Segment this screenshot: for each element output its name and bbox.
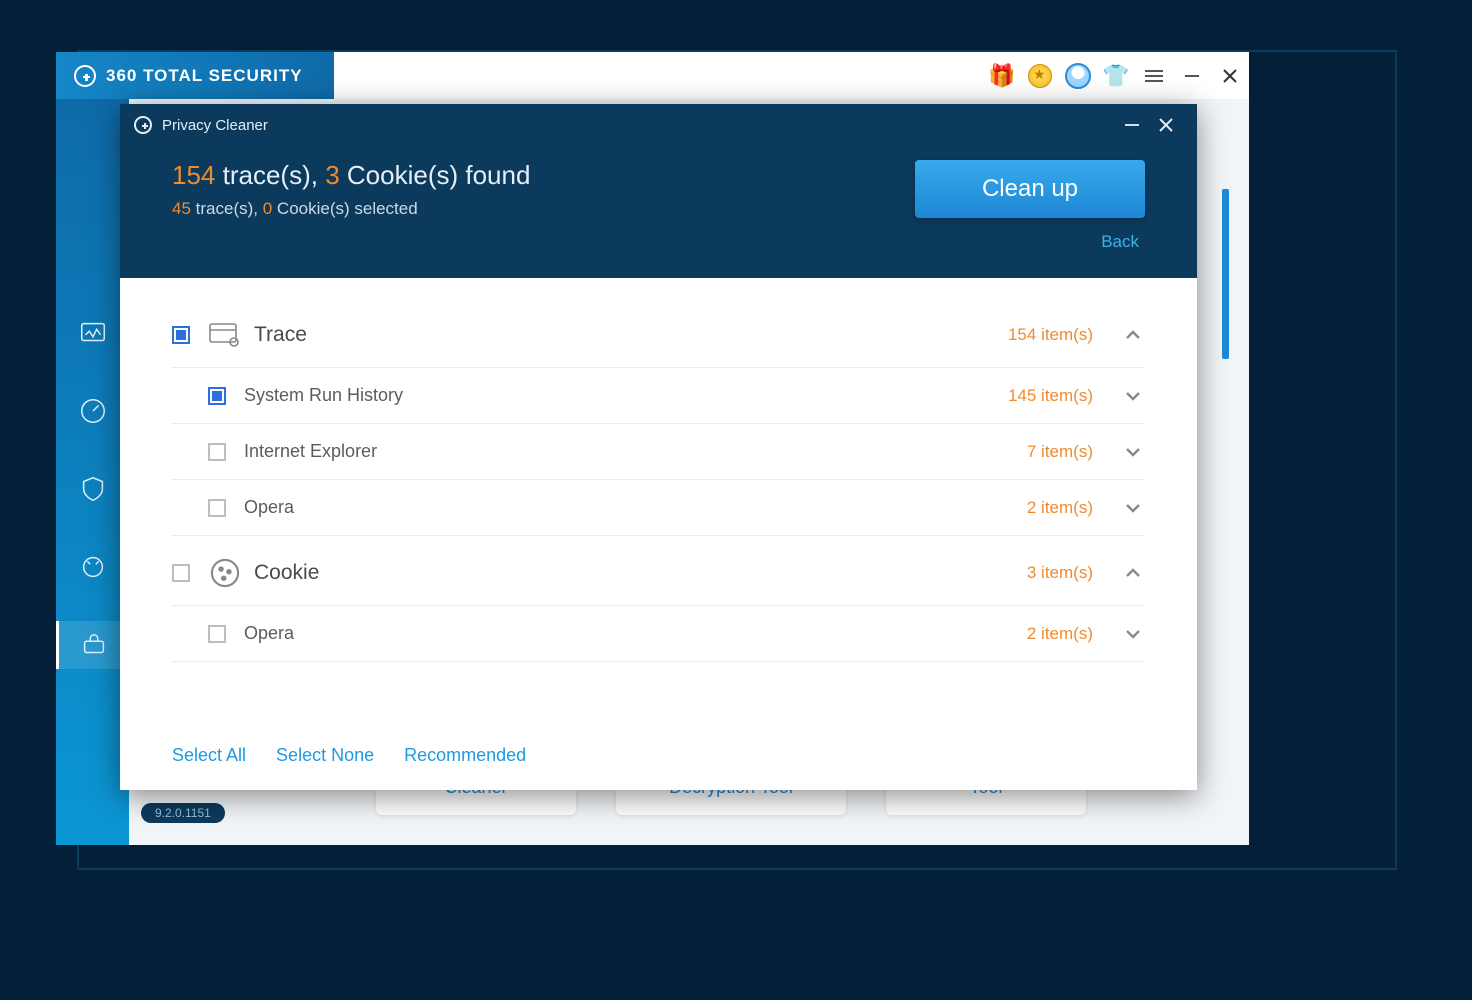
sidebar-item-monitor[interactable]	[56, 309, 129, 357]
group-cookie: Cookie 3 item(s)	[172, 540, 1145, 606]
summary-actions: Clean up Back	[915, 160, 1145, 252]
modal-summary: 154 trace(s), 3 Cookie(s) found 45 trace…	[120, 146, 1197, 278]
group-count: 154 item(s)	[1008, 325, 1093, 345]
select-all-link[interactable]: Select All	[172, 745, 246, 766]
group-label: Cookie	[254, 561, 1027, 585]
scrollbar-indicator[interactable]	[1222, 189, 1229, 359]
cookies-count: 3	[325, 160, 339, 190]
recommended-link[interactable]: Recommended	[404, 745, 526, 766]
menu-icon[interactable]	[1135, 52, 1173, 99]
chevron-down-icon[interactable]	[1121, 387, 1145, 405]
sidebar-item-shield[interactable]	[56, 465, 129, 513]
checkbox-opera-cookie[interactable]	[208, 625, 226, 643]
app-header: 360 TOTAL SECURITY 🎁 👕	[56, 52, 1249, 99]
back-link[interactable]: Back	[915, 232, 1145, 252]
item-label: Opera	[244, 623, 1027, 644]
modal-title: Privacy Cleaner	[162, 117, 268, 134]
item-count: 2 item(s)	[1027, 498, 1093, 518]
modal-logo-icon	[134, 116, 152, 134]
sidebar-item-toolbox[interactable]	[56, 621, 129, 669]
chevron-down-icon[interactable]	[1121, 625, 1145, 643]
chevron-up-icon[interactable]	[1121, 326, 1145, 344]
medal-icon[interactable]	[1021, 52, 1059, 99]
privacy-cleaner-modal: Privacy Cleaner 154 trace(s), 3 Cookie(s…	[120, 104, 1197, 790]
item-count: 7 item(s)	[1027, 442, 1093, 462]
checkbox-trace[interactable]	[172, 326, 190, 344]
item-label: System Run History	[244, 385, 1008, 406]
sel-traces-label: trace(s),	[191, 199, 263, 218]
cookies-label: Cookie(s) found	[340, 160, 531, 190]
trace-icon	[208, 322, 242, 348]
item-label: Opera	[244, 497, 1027, 518]
sel-cookies-label: Cookie(s) selected	[272, 199, 418, 218]
modal-footer: Select All Select None Recommended	[120, 731, 1197, 790]
tshirt-icon[interactable]: 👕	[1097, 52, 1135, 99]
item-opera-cookie: Opera 2 item(s)	[172, 606, 1145, 662]
brand: 360 TOTAL SECURITY	[56, 52, 334, 99]
group-trace: Trace 154 item(s)	[172, 302, 1145, 368]
item-internet-explorer: Internet Explorer 7 item(s)	[172, 424, 1145, 480]
group-count: 3 item(s)	[1027, 563, 1093, 583]
summary-text: 154 trace(s), 3 Cookie(s) found 45 trace…	[172, 160, 915, 219]
traces-count: 154	[172, 160, 215, 190]
checkbox-system-run-history[interactable]	[208, 387, 226, 405]
item-label: Internet Explorer	[244, 441, 1027, 462]
chevron-down-icon[interactable]	[1121, 499, 1145, 517]
checkbox-internet-explorer[interactable]	[208, 443, 226, 461]
modal-body: Trace 154 item(s) System Run History 145…	[120, 278, 1197, 731]
sidebar	[56, 99, 129, 845]
profile-icon[interactable]	[1059, 52, 1097, 99]
sel-cookies-count: 0	[263, 199, 272, 218]
version-pill: 9.2.0.1151	[141, 803, 225, 823]
checkbox-opera-trace[interactable]	[208, 499, 226, 517]
minimize-button[interactable]	[1173, 52, 1211, 99]
modal-close-button[interactable]	[1149, 104, 1183, 146]
item-system-run-history: System Run History 145 item(s)	[172, 368, 1145, 424]
summary-sub: 45 trace(s), 0 Cookie(s) selected	[172, 199, 915, 219]
close-button[interactable]	[1211, 52, 1249, 99]
gift-icon[interactable]: 🎁	[983, 52, 1021, 99]
checkbox-cookie[interactable]	[172, 564, 190, 582]
group-label: Trace	[254, 323, 1008, 347]
item-count: 145 item(s)	[1008, 386, 1093, 406]
item-opera-trace: Opera 2 item(s)	[172, 480, 1145, 536]
chevron-down-icon[interactable]	[1121, 443, 1145, 461]
cleanup-button[interactable]: Clean up	[915, 160, 1145, 218]
summary-main: 154 trace(s), 3 Cookie(s) found	[172, 160, 915, 191]
sel-traces-count: 45	[172, 199, 191, 218]
modal-minimize-button[interactable]	[1115, 104, 1149, 146]
chevron-up-icon[interactable]	[1121, 564, 1145, 582]
cookie-icon	[208, 560, 242, 586]
brand-text: 360 TOTAL SECURITY	[106, 66, 303, 86]
modal-titlebar: Privacy Cleaner	[120, 104, 1197, 146]
sidebar-item-speedup[interactable]	[56, 387, 129, 435]
brand-logo-icon	[74, 65, 96, 87]
traces-label: trace(s),	[215, 160, 325, 190]
sidebar-item-clean[interactable]	[56, 543, 129, 591]
select-none-link[interactable]: Select None	[276, 745, 374, 766]
item-count: 2 item(s)	[1027, 624, 1093, 644]
